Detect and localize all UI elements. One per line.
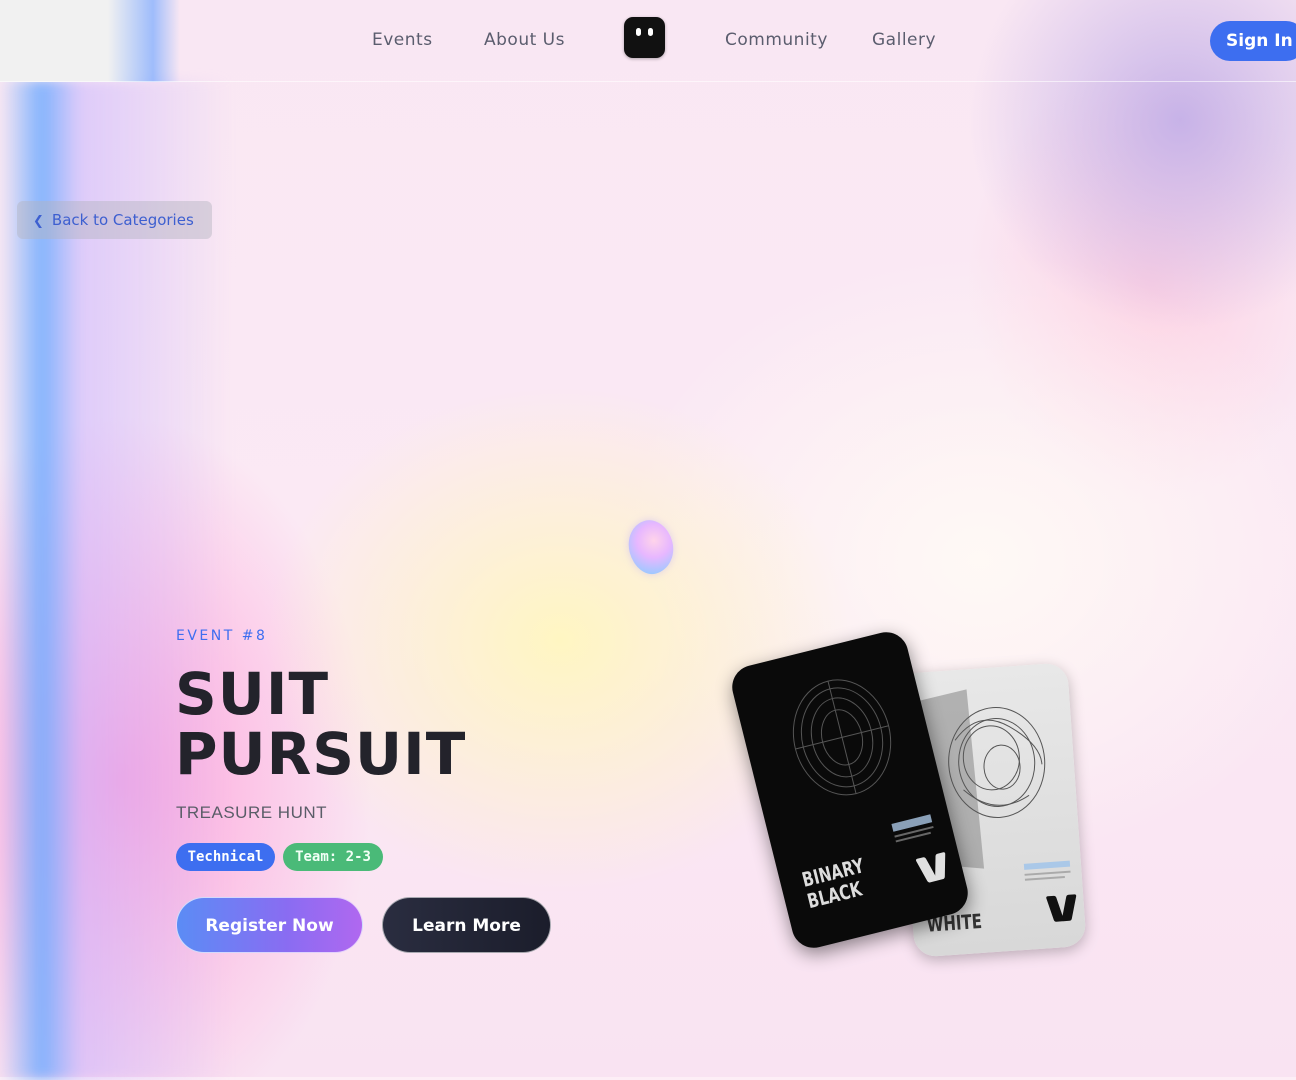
nav-link-community[interactable]: Community: [725, 30, 828, 50]
chevron-left-icon: ❮: [33, 214, 44, 229]
learn-more-button[interactable]: Learn More: [382, 897, 551, 953]
x-logo-icon: [1049, 894, 1075, 922]
logo-eye-left: [636, 28, 641, 36]
nav-link-gallery[interactable]: Gallery: [872, 30, 936, 50]
event-number: EVENT #8: [176, 628, 268, 644]
back-label: Back to Categories: [51, 211, 194, 229]
robot-face-icon[interactable]: [624, 17, 665, 58]
nav-link-events[interactable]: Events: [372, 30, 433, 50]
tag-technical: Technical: [176, 843, 275, 871]
tag-team-size: Team: 2-3: [283, 843, 383, 871]
event-title-line2: PURSUIT: [175, 720, 467, 788]
sign-in-button[interactable]: Sign In: [1210, 21, 1296, 61]
register-now-button[interactable]: Register Now: [176, 897, 363, 953]
logo-eye-right: [648, 28, 653, 36]
top-nav: Events About Us Community Gallery Sign I…: [0, 0, 1296, 82]
back-to-categories-button[interactable]: ❮ Back to Categories: [17, 201, 212, 239]
nav-link-about-us[interactable]: About Us: [484, 30, 565, 50]
event-subtitle: TREASURE HUNT: [176, 803, 328, 822]
event-title: SUIT PURSUIT: [175, 664, 466, 784]
event-title-line1: SUIT: [175, 660, 330, 728]
